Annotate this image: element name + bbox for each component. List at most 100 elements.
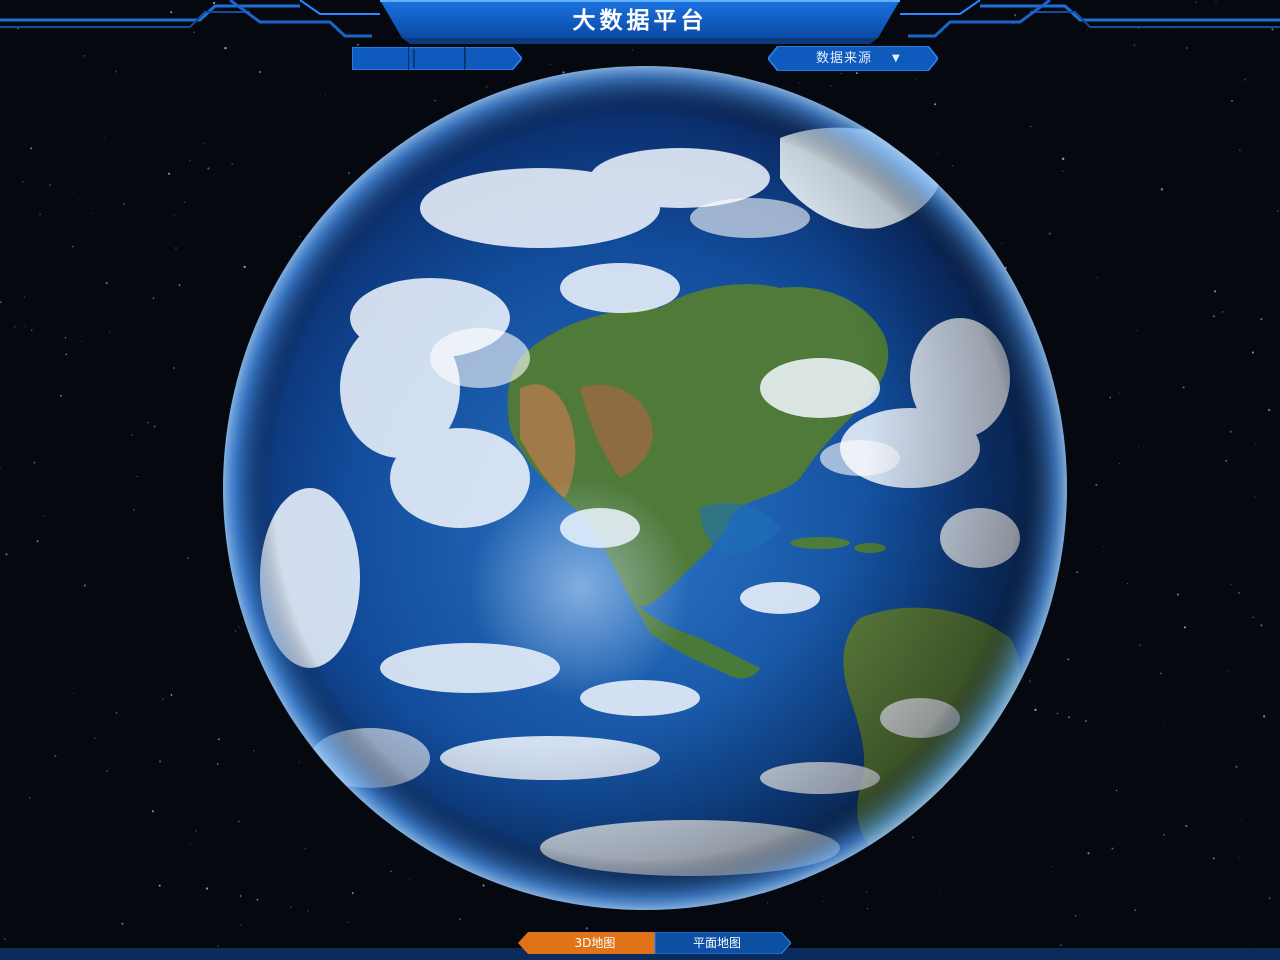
star <box>136 475 138 478</box>
star <box>104 137 106 139</box>
star <box>175 247 177 249</box>
star <box>1262 715 1266 718</box>
star <box>1085 720 1087 722</box>
star <box>1076 571 1078 574</box>
star <box>158 884 161 887</box>
star <box>1231 99 1233 102</box>
star <box>72 692 74 694</box>
star <box>212 416 214 418</box>
star <box>1109 396 1111 399</box>
star <box>1163 834 1165 836</box>
star <box>1227 493 1229 495</box>
star <box>1225 459 1228 462</box>
star <box>585 927 588 930</box>
star <box>24 325 26 327</box>
star <box>83 584 86 587</box>
star <box>1176 593 1179 596</box>
page-title: 大数据平台 <box>572 8 708 34</box>
star <box>114 70 118 73</box>
star <box>151 810 154 813</box>
star <box>161 698 164 701</box>
star <box>152 297 155 299</box>
star <box>64 337 66 339</box>
star <box>30 147 33 150</box>
star <box>1244 273 1245 275</box>
star <box>1214 290 1217 293</box>
star <box>1230 584 1232 586</box>
star <box>1103 546 1105 548</box>
star <box>240 924 242 926</box>
star <box>189 160 191 162</box>
star <box>1185 60 1187 61</box>
star <box>631 49 633 51</box>
star <box>1252 351 1254 354</box>
star <box>1059 944 1062 947</box>
star <box>153 425 156 428</box>
star <box>1268 897 1271 900</box>
star <box>1221 311 1224 313</box>
star <box>170 694 173 696</box>
star <box>1260 624 1263 627</box>
star <box>1074 915 1077 917</box>
star <box>147 421 149 424</box>
star <box>1163 722 1165 724</box>
star <box>1144 545 1145 547</box>
star <box>30 329 33 332</box>
star <box>1100 774 1101 775</box>
star <box>1127 123 1128 125</box>
star <box>187 557 189 559</box>
star <box>106 770 108 772</box>
star <box>1127 582 1129 584</box>
star <box>13 325 16 328</box>
globe-image[interactable] <box>220 58 1070 918</box>
star <box>1252 616 1254 619</box>
star <box>1277 210 1279 212</box>
star <box>151 181 153 183</box>
star <box>65 353 67 356</box>
map-view-3d-button[interactable]: 3D地图 <box>534 932 656 954</box>
star <box>1238 592 1240 594</box>
star <box>1215 725 1217 727</box>
star <box>42 515 45 518</box>
star <box>1096 277 1098 279</box>
star <box>97 104 99 106</box>
star <box>1118 392 1120 394</box>
star <box>5 553 8 556</box>
star <box>23 296 26 299</box>
star <box>90 212 92 214</box>
star <box>89 154 91 156</box>
star <box>158 760 162 763</box>
star <box>3 938 6 941</box>
star <box>109 331 111 333</box>
star <box>16 235 18 236</box>
star <box>29 797 31 799</box>
star <box>1182 386 1185 389</box>
star <box>177 156 179 158</box>
star <box>1095 483 1098 486</box>
star <box>1238 857 1240 859</box>
star <box>33 461 36 464</box>
star <box>0 301 2 304</box>
star <box>98 845 100 847</box>
star <box>178 284 181 286</box>
star <box>1226 671 1228 673</box>
star <box>1254 496 1256 498</box>
star <box>1136 330 1138 332</box>
star <box>83 55 86 57</box>
star <box>1255 443 1257 444</box>
map-view-flat-button[interactable]: 平面地图 <box>658 932 776 954</box>
star <box>48 183 52 187</box>
star <box>1239 149 1241 151</box>
star <box>143 314 145 316</box>
star <box>1159 672 1162 675</box>
star <box>36 540 39 543</box>
star <box>216 763 219 765</box>
star <box>1116 789 1118 792</box>
star <box>71 245 74 248</box>
star <box>1087 852 1090 855</box>
star <box>1184 626 1186 629</box>
star <box>459 918 461 920</box>
map-view-toggle: 3D地图 平面地图 <box>518 932 791 954</box>
star <box>195 830 197 832</box>
star <box>1160 188 1164 191</box>
